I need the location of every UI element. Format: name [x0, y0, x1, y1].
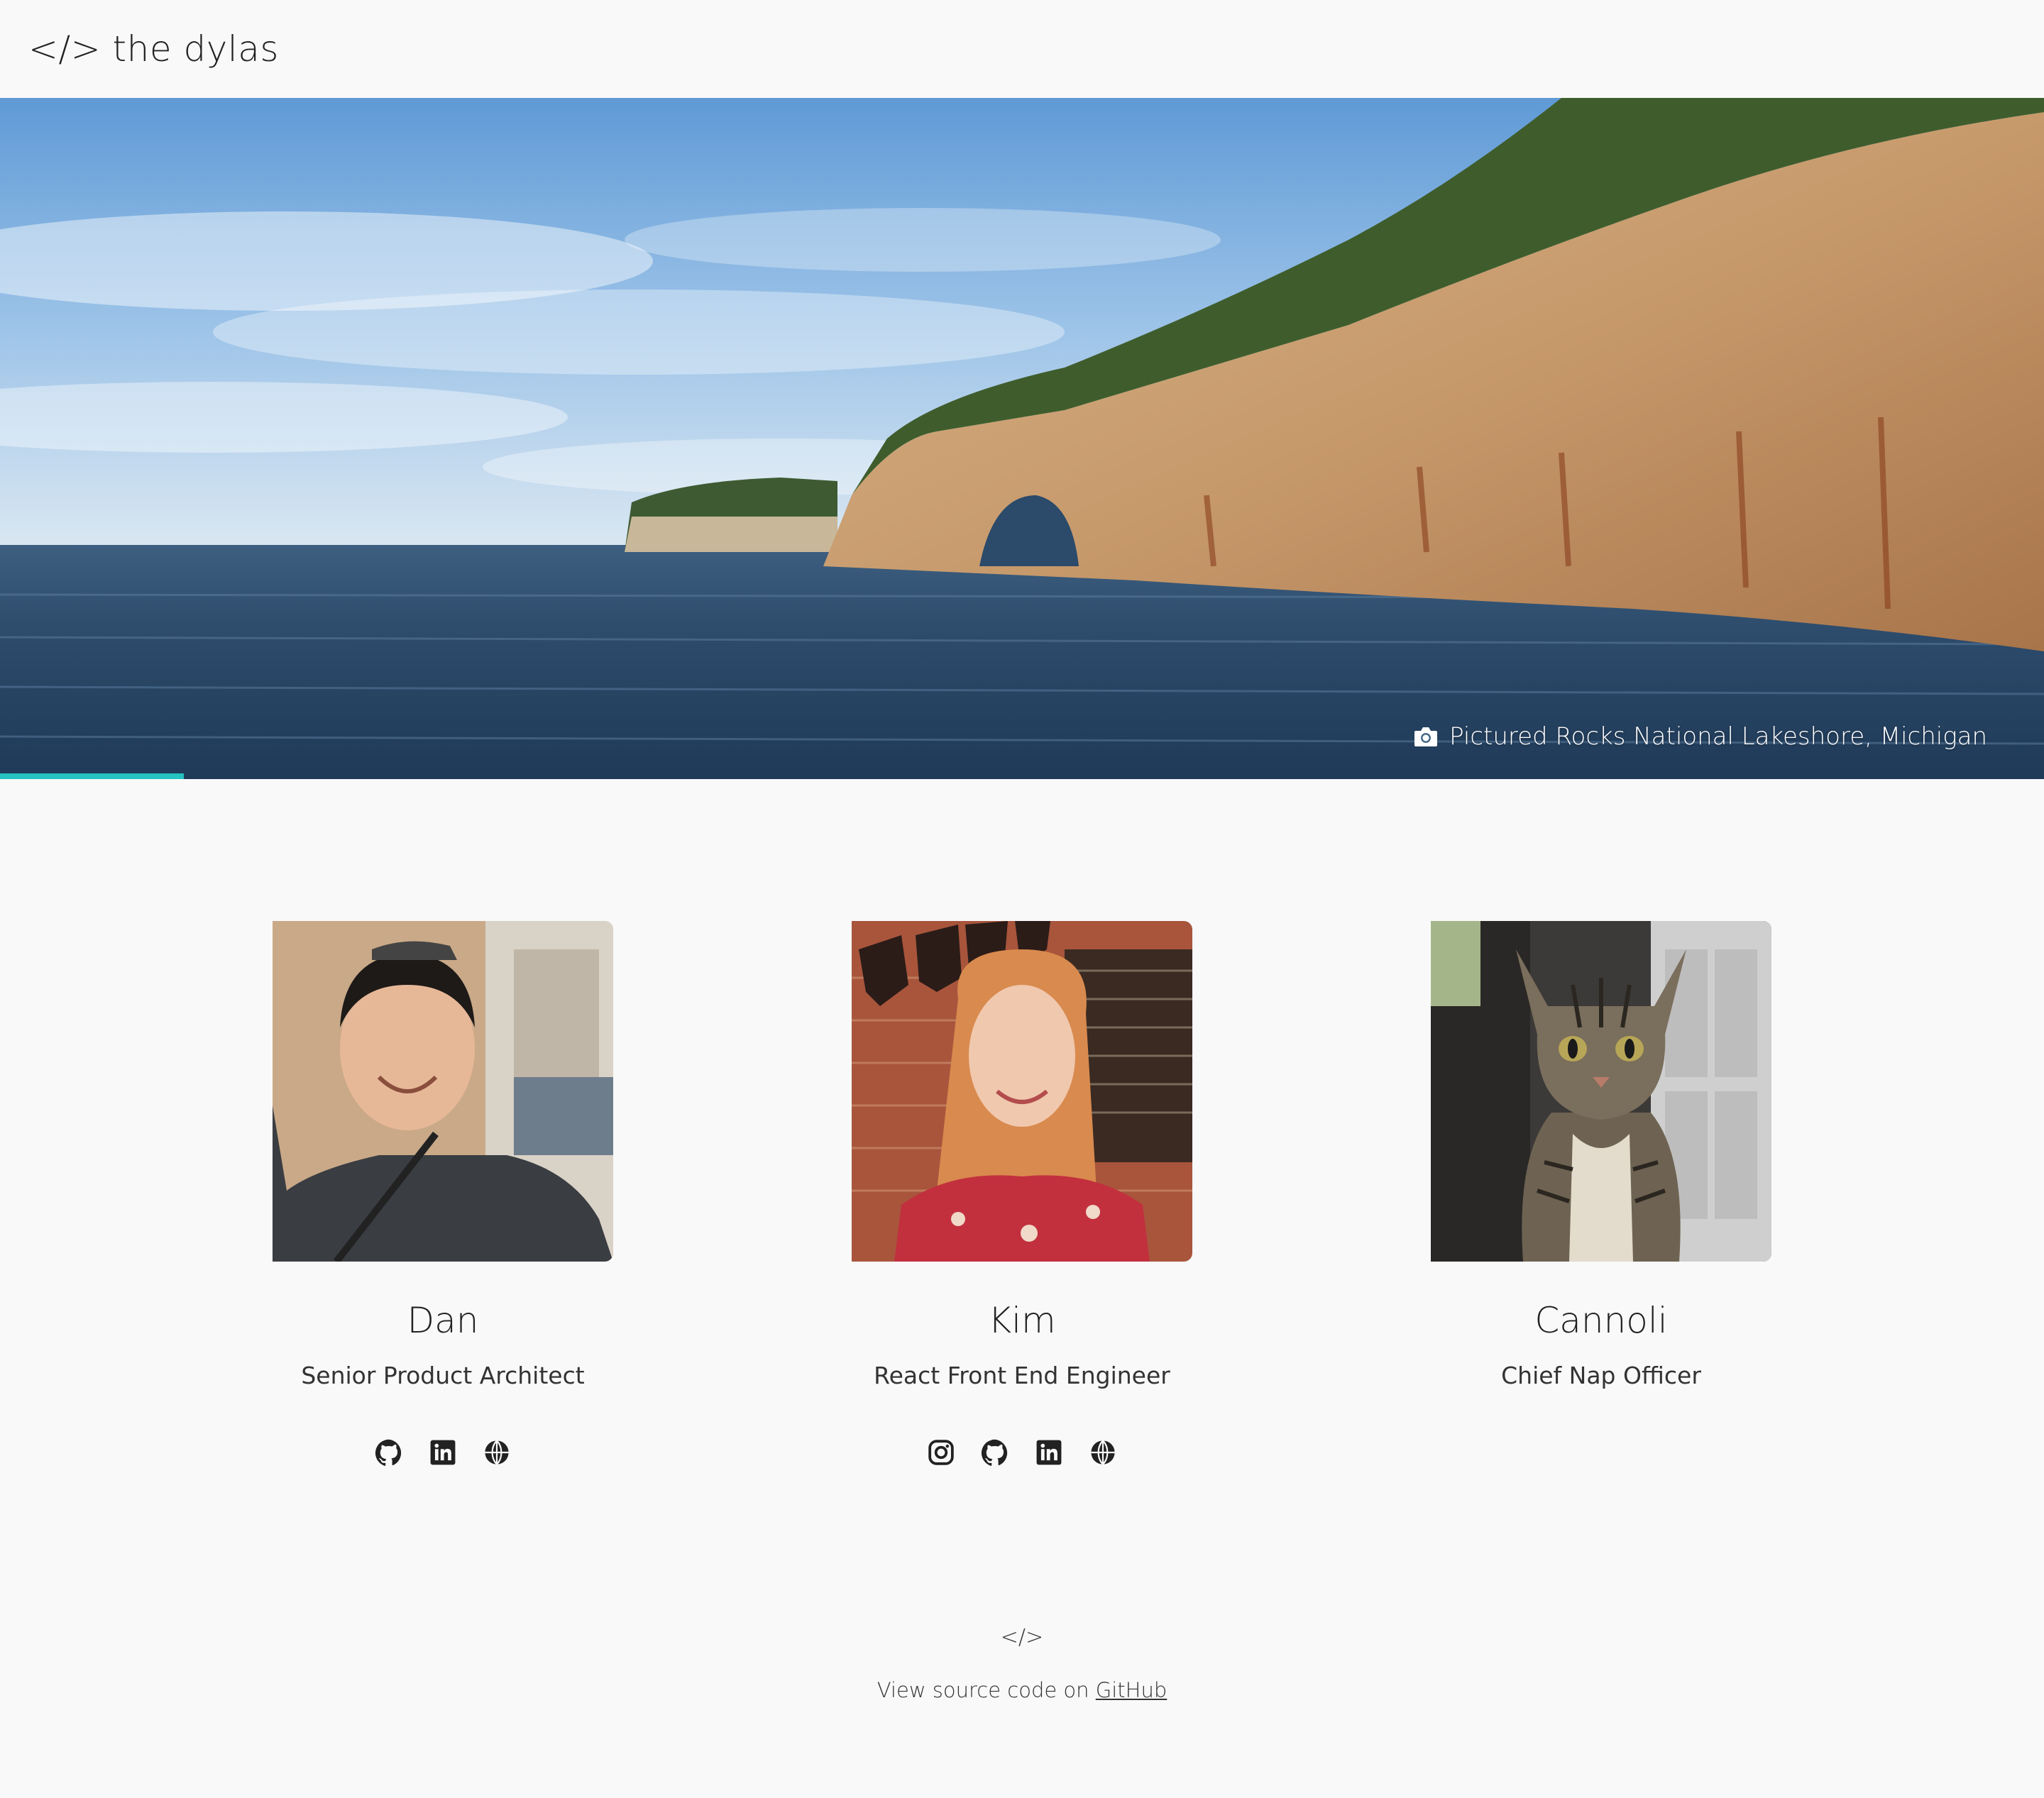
avatar-cannoli [1431, 921, 1771, 1262]
globe-icon[interactable] [1089, 1439, 1116, 1466]
github-source-link[interactable]: GitHub [1096, 1678, 1167, 1702]
member-name: Cannoli [1534, 1300, 1668, 1341]
avatar-kim [852, 921, 1192, 1262]
member-name: Dan [407, 1300, 479, 1341]
member-role: Chief Nap Officer [1501, 1362, 1701, 1389]
footer-code-mark: </> [1000, 1625, 1044, 1650]
social-links [375, 1439, 510, 1466]
footer-source-text: View source code on GitHub [877, 1678, 1167, 1702]
instagram-icon[interactable] [928, 1439, 955, 1466]
member-role: Senior Product Architect [301, 1362, 585, 1389]
hero-banner: Pictured Rocks National Lakeshore, Michi… [0, 98, 2044, 779]
linkedin-icon[interactable] [429, 1439, 456, 1466]
member-name: Kim [988, 1300, 1056, 1341]
globe-icon[interactable] [483, 1439, 510, 1466]
team-card-kim: Kim React Front End Engineer [852, 921, 1192, 1466]
linkedin-icon[interactable] [1035, 1439, 1062, 1466]
github-icon[interactable] [375, 1439, 402, 1466]
footer-text-prefix: View source code on [877, 1678, 1096, 1702]
member-role: React Front End Engineer [874, 1362, 1170, 1389]
hero-landscape-image [0, 98, 2044, 779]
hero-caption: Pictured Rocks National Lakeshore, Michi… [1414, 722, 1987, 751]
team-card-dan: Dan Senior Product Architect [273, 921, 613, 1466]
avatar-dan [273, 921, 613, 1262]
hero-progress-bar [0, 773, 185, 779]
camera-icon [1414, 726, 1438, 747]
hero-caption-text: Pictured Rocks National Lakeshore, Michi… [1449, 722, 1987, 751]
github-icon[interactable] [982, 1439, 1009, 1466]
site-logo[interactable]: </> the dylas [28, 28, 279, 70]
site-footer: </> View source code on GitHub [0, 1625, 2044, 1702]
team-card-cannoli: Cannoli Chief Nap Officer [1431, 921, 1771, 1389]
site-header: </> the dylas [0, 0, 2044, 98]
social-links [928, 1439, 1116, 1466]
